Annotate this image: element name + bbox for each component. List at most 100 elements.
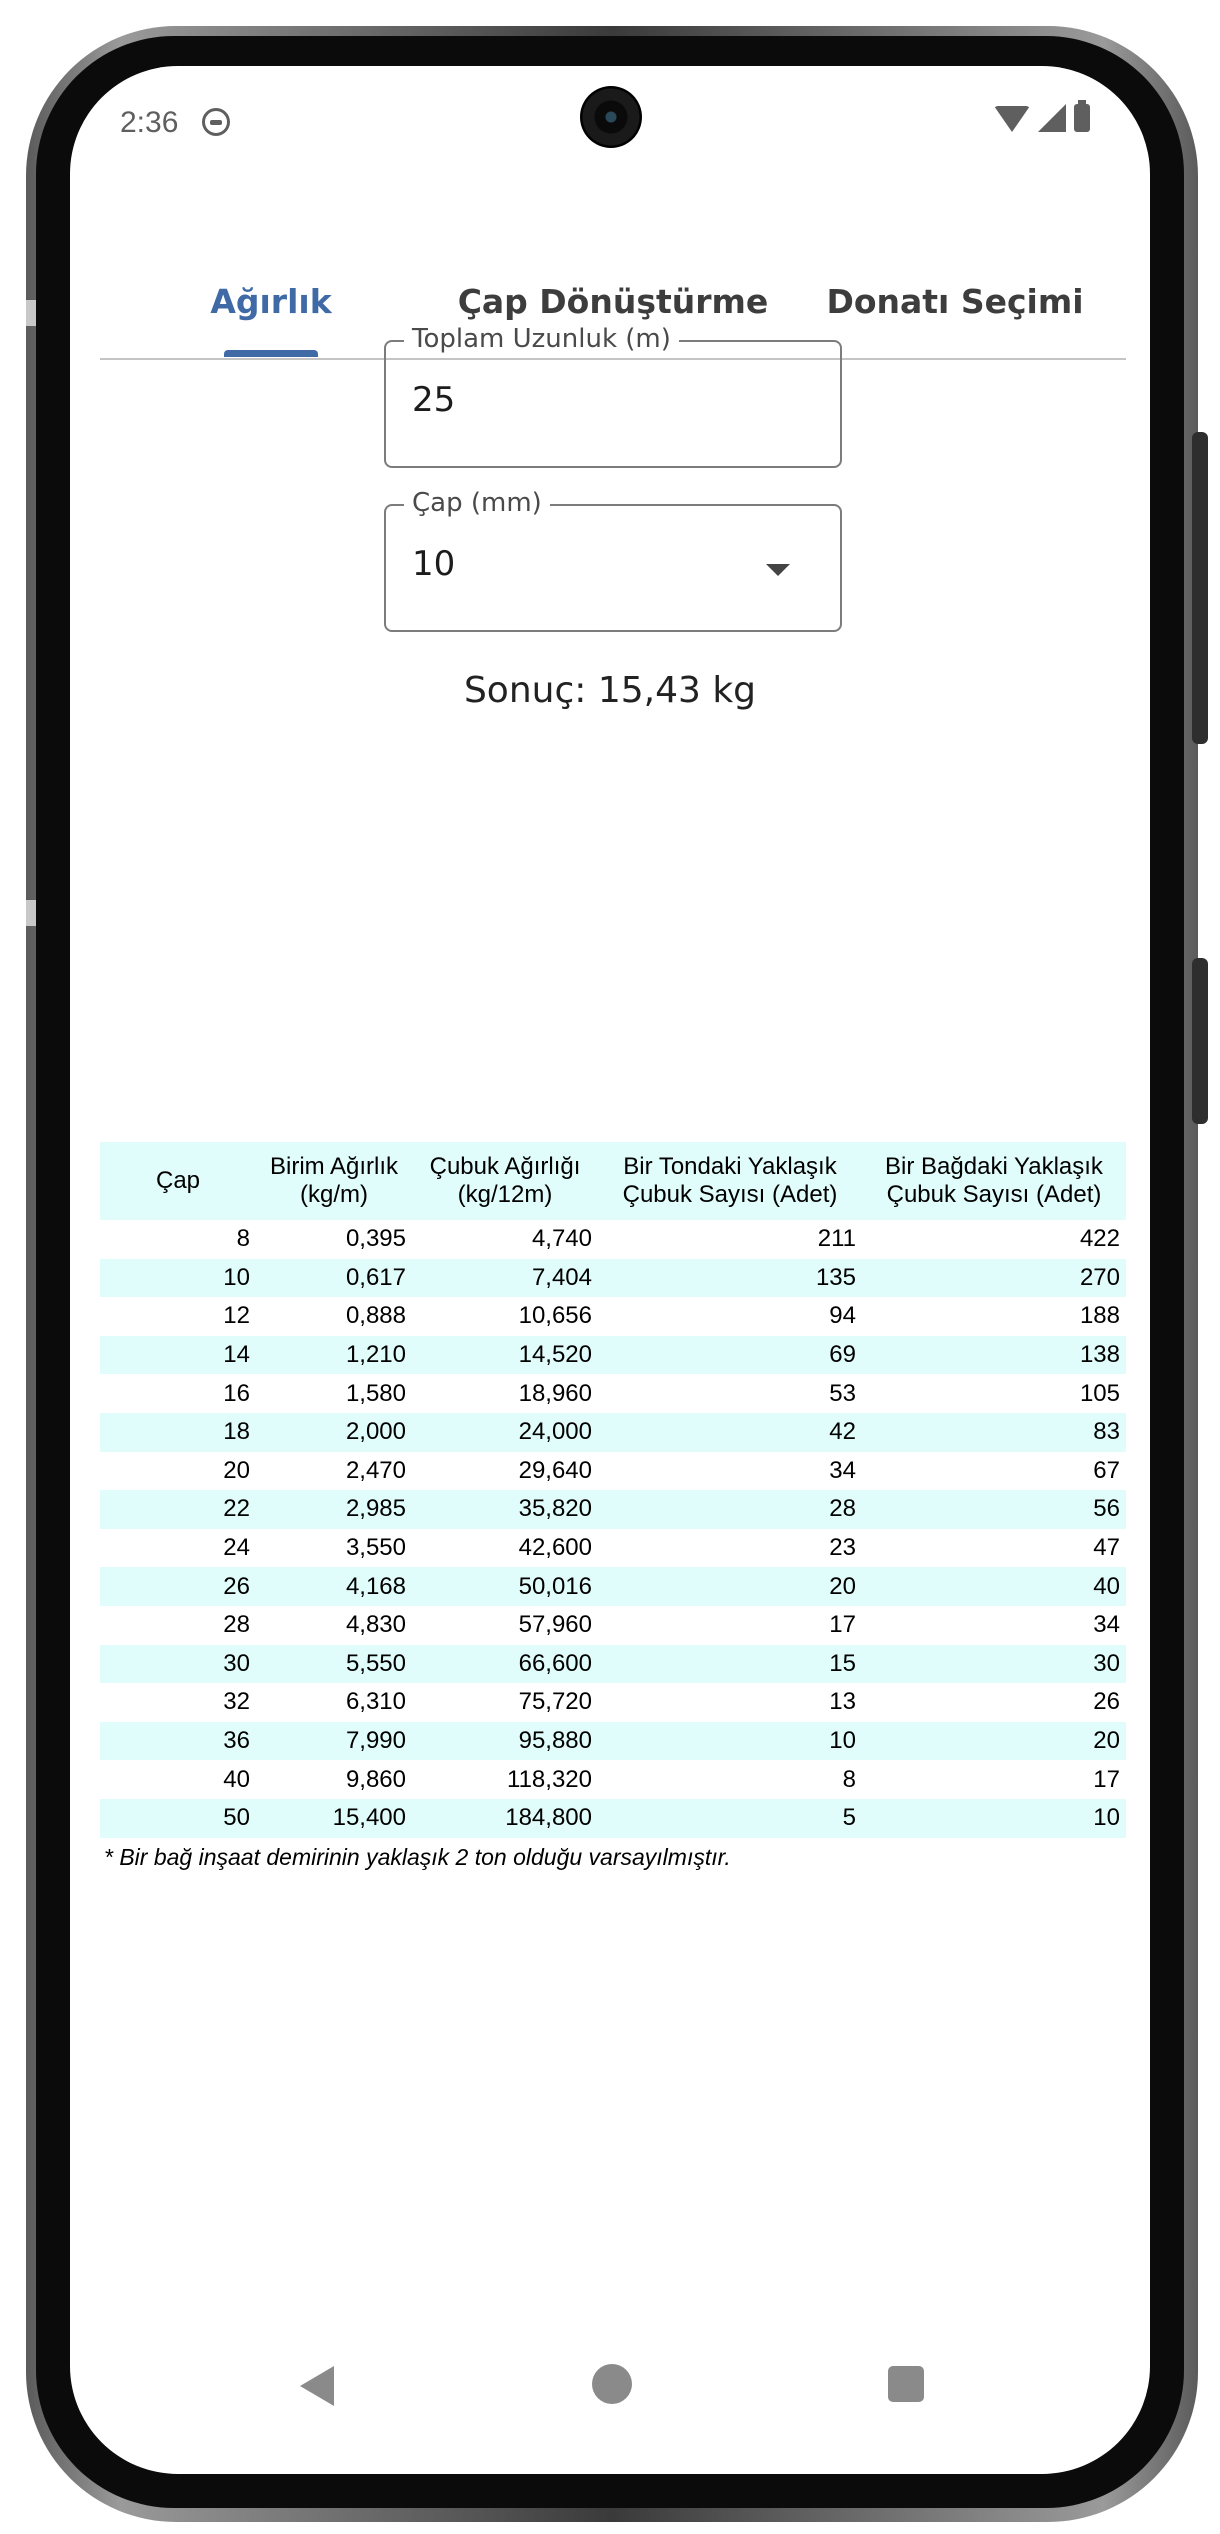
table-header-row: Çap Birim Ağırlık (kg/m) Çubuk Ağırlığı (k… <box>100 1142 1126 1220</box>
table-cell: 1,580 <box>345 1379 406 1407</box>
table-cell: 69 <box>829 1341 856 1369</box>
table-cell: 24,000 <box>518 1418 592 1446</box>
table-cell: 2,985 <box>345 1495 406 1523</box>
table-cell: 34 <box>829 1456 856 1484</box>
table-cell: 18 <box>223 1418 250 1446</box>
table-header-cell: Birim Ağırlık (kg/m) <box>269 1153 398 1208</box>
table-cell: 4,830 <box>345 1611 406 1639</box>
table-cell: 16 <box>223 1379 250 1407</box>
table-cell: 14 <box>223 1341 250 1369</box>
diameter-dropdown[interactable]: Çap (mm) 10 <box>384 488 842 632</box>
table-cell: 40 <box>223 1765 250 1793</box>
table-row: 32 6,310 75,720 13 26 <box>100 1683 1126 1722</box>
table-row: 30 5,550 66,600 15 30 <box>100 1644 1126 1684</box>
signal-icon <box>1038 104 1066 132</box>
table-row: 26 4,168 50,016 20 40 <box>100 1567 1126 1606</box>
table-cell: 15,400 <box>332 1804 406 1832</box>
weight-table-container: Çap Birim Ağırlık (kg/m) Çubuk Ağırlığı (k… <box>100 1142 1126 1871</box>
table-cell: 36 <box>223 1727 250 1755</box>
table-cell: 105 <box>1079 1379 1120 1407</box>
front-camera <box>580 86 642 148</box>
table-cell: 26 <box>223 1572 250 1600</box>
table-header-cell: Bir Bağdaki Yaklaşık Çubuk Sayısı (Adet) <box>885 1153 1103 1208</box>
table-cell: 53 <box>829 1379 856 1407</box>
table-row: 22 2,985 35,820 28 56 <box>100 1490 1126 1529</box>
table-cell: 29,640 <box>518 1456 592 1484</box>
table-cell: 22 <box>223 1495 250 1523</box>
wifi-icon <box>994 106 1030 132</box>
tab-agirlik[interactable]: Ağırlık <box>100 216 442 360</box>
table-cell: 30 <box>223 1649 250 1677</box>
table-cell: 10 <box>829 1727 856 1755</box>
table-row: 28 4,830 57,960 17 34 <box>100 1606 1126 1645</box>
table-cell: 4,740 <box>531 1225 592 1253</box>
table-cell: 14,520 <box>518 1341 592 1369</box>
table-cell: 3,550 <box>345 1534 406 1562</box>
table-cell: 12 <box>223 1302 250 1330</box>
length-field[interactable]: Toplam Uzunluk (m) 25 <box>384 324 842 468</box>
tab-donati-secimi[interactable]: Donatı Seçimi <box>784 216 1126 360</box>
table-row: 40 9,860 118,320 8 17 <box>100 1760 1126 1799</box>
table-cell: 7,404 <box>531 1263 592 1291</box>
table-cell: 6,310 <box>345 1688 406 1716</box>
volume-button <box>1192 958 1208 1124</box>
notification-face-icon <box>202 108 230 136</box>
table-cell: 50 <box>223 1804 250 1832</box>
dropdown-arrow-icon <box>766 564 790 576</box>
table-cell: 8 <box>842 1765 856 1793</box>
table-cell: 94 <box>829 1302 856 1330</box>
table-cell: 5 <box>842 1804 856 1832</box>
table-cell: 17 <box>1093 1765 1120 1793</box>
table-row: 14 1,210 14,520 69 138 <box>100 1335 1126 1375</box>
result-text: Sonuç: 15,43 kg <box>463 670 757 711</box>
table-cell: 20 <box>829 1572 856 1600</box>
table-cell: 2,470 <box>345 1456 406 1484</box>
table-cell: 67 <box>1093 1456 1120 1484</box>
table-cell: 28 <box>829 1495 856 1523</box>
table-cell: 66,600 <box>518 1649 592 1677</box>
table-cell: 42,600 <box>518 1534 592 1562</box>
table-cell: 20 <box>223 1456 250 1484</box>
table-cell: 13 <box>829 1688 856 1716</box>
table-cell: 26 <box>1093 1688 1120 1716</box>
back-icon[interactable] <box>300 2366 334 2406</box>
length-field-label: Toplam Uzunluk (m) <box>404 324 679 354</box>
table-header-cell: Bir Tondaki Yaklaşık Çubuk Sayısı (Adet) <box>622 1153 838 1208</box>
weight-table: Çap Birim Ağırlık (kg/m) Çubuk Ağırlığı (k… <box>100 1142 1126 1838</box>
table-cell: 211 <box>817 1225 856 1253</box>
table-cell: 5,550 <box>345 1649 406 1677</box>
table-row: 12 0,888 10,656 94 188 <box>100 1297 1126 1336</box>
table-cell: 40 <box>1093 1572 1120 1600</box>
table-cell: 10 <box>1093 1804 1120 1832</box>
active-tab-indicator <box>224 350 318 357</box>
table-cell: 23 <box>829 1534 856 1562</box>
table-cell: 1,210 <box>345 1341 406 1369</box>
table-cell: 0,617 <box>345 1263 406 1291</box>
table-cell: 75,720 <box>518 1688 592 1716</box>
screen: 2:36 Ağırlık Çap Dönüştürme Donatı Seçim… <box>70 66 1150 2474</box>
table-row: 36 7,990 95,880 10 20 <box>100 1721 1126 1761</box>
table-footnote: * Bir bağ inşaat demirinin yaklaşık 2 to… <box>104 1843 731 1870</box>
diameter-field-value: 10 <box>412 544 456 584</box>
table-cell: 83 <box>1093 1418 1120 1446</box>
length-field-value: 25 <box>412 380 456 420</box>
table-body: 8 0,395 4,740 211 422 10 0,617 7,404 135 270 12 0,8… <box>100 1220 1126 1838</box>
table-cell: 4,168 <box>345 1572 406 1600</box>
table-cell: 135 <box>815 1263 856 1291</box>
table-cell: 270 <box>1079 1263 1120 1291</box>
table-row: 16 1,580 18,960 53 105 <box>100 1374 1126 1413</box>
battery-icon <box>1074 100 1090 132</box>
status-icons <box>994 100 1090 132</box>
table-cell: 422 <box>1079 1225 1120 1253</box>
table-row: 24 3,550 42,600 23 47 <box>100 1529 1126 1568</box>
table-cell: 50,016 <box>518 1572 592 1600</box>
recents-icon[interactable] <box>888 2366 924 2402</box>
table-row: 50 15,400 184,800 5 10 <box>100 1798 1126 1838</box>
table-row: 20 2,470 29,640 34 67 <box>100 1452 1126 1491</box>
table-cell: 24 <box>223 1534 250 1562</box>
table-cell: 32 <box>223 1688 250 1716</box>
table-cell: 118,320 <box>507 1765 592 1793</box>
table-cell: 57,960 <box>518 1611 592 1639</box>
home-icon[interactable] <box>592 2364 632 2404</box>
table-cell: 20 <box>1093 1727 1120 1755</box>
